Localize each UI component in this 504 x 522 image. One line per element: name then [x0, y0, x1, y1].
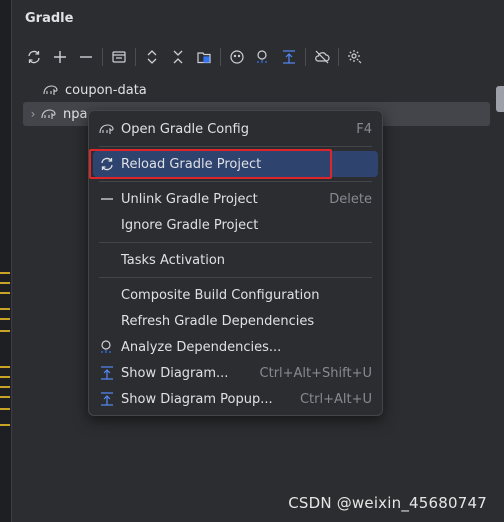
menu-item-shortcut: Ctrl+Alt+U: [299, 391, 372, 407]
menu-item-shortcut: Ctrl+Alt+Shift+U: [259, 365, 372, 381]
gutter-mark: [0, 408, 10, 410]
open-config-icon[interactable]: [106, 44, 132, 70]
panel-title: Gradle: [25, 11, 74, 26]
menu-separator: [99, 181, 372, 182]
gutter-mark: [0, 330, 10, 332]
toolbar-separator: [220, 48, 221, 66]
show-diagram-icon[interactable]: [276, 44, 302, 70]
menu-item-analyze-dependencies[interactable]: Analyze Dependencies...: [93, 334, 378, 360]
remove-icon[interactable]: [73, 44, 99, 70]
menu-item-refresh-gradle-dependencies[interactable]: Refresh Gradle Dependencies: [93, 308, 378, 334]
gutter-mark: [0, 424, 10, 426]
menu-item-show-diagram-popup[interactable]: Show Diagram Popup... Ctrl+Alt+U: [93, 386, 378, 412]
menu-item-reload-gradle-project[interactable]: Reload Gradle Project: [93, 151, 378, 177]
reload-all-icon[interactable]: [21, 44, 47, 70]
reload-icon: [99, 156, 119, 172]
menu-item-open-gradle-config[interactable]: Open Gradle Config F4: [93, 116, 378, 142]
right-edge: [494, 0, 504, 522]
gutter-mark: [0, 386, 10, 388]
menu-separator: [99, 277, 372, 278]
menu-item-show-diagram[interactable]: Show Diagram... Ctrl+Alt+Shift+U: [93, 360, 378, 386]
expand-all-icon[interactable]: [139, 44, 165, 70]
analyze-icon[interactable]: [250, 44, 276, 70]
menu-item-label: Composite Build Configuration: [121, 287, 320, 303]
gutter-mark: [0, 376, 10, 378]
gutter-mark: [0, 366, 10, 368]
gradle-toolbar: [21, 44, 368, 70]
chevron-right-icon[interactable]: ›: [25, 107, 41, 121]
menu-item-shortcut: Delete: [329, 191, 372, 207]
toggle-offline-icon[interactable]: [309, 44, 335, 70]
editor-gutter: [0, 0, 12, 522]
menu-item-label: Analyze Dependencies...: [121, 339, 282, 355]
menu-item-label: Tasks Activation: [121, 252, 226, 268]
gutter-mark: [0, 318, 10, 320]
toolbar-separator: [135, 48, 136, 66]
gutter-mark: [0, 396, 10, 398]
watermark: CSDN @weixin_45680747: [288, 494, 487, 512]
menu-item-shortcut: F4: [356, 121, 372, 137]
gradle-elephant-icon: [41, 107, 59, 121]
toolbar-separator: [102, 48, 103, 66]
menu-item-label: Refresh Gradle Dependencies: [121, 313, 315, 329]
settings-icon[interactable]: [342, 44, 368, 70]
toolbar-separator: [338, 48, 339, 66]
gutter-mark: [0, 292, 10, 294]
gutter-mark: [0, 282, 10, 284]
menu-item-label: Unlink Gradle Project: [121, 191, 258, 207]
menu-item-label: Ignore Gradle Project: [121, 217, 259, 233]
menu-item-tasks-activation[interactable]: Tasks Activation: [93, 247, 378, 273]
scrollbar-thumb[interactable]: [496, 86, 504, 112]
gradle-elephant-icon: [99, 121, 119, 137]
analyze-icon: [99, 339, 119, 355]
gutter-mark: [0, 308, 10, 310]
gradle-elephant-icon: [43, 83, 61, 97]
diagram-icon: [99, 391, 119, 407]
context-menu: Open Gradle Config F4 Reload Gradle Proj…: [88, 110, 383, 416]
collapse-all-icon[interactable]: [165, 44, 191, 70]
tree-item-label: npa: [63, 106, 88, 122]
toolbar-separator: [305, 48, 306, 66]
offline-mode-icon[interactable]: [224, 44, 250, 70]
menu-item-label: Reload Gradle Project: [121, 156, 262, 172]
menu-separator: [99, 242, 372, 243]
menu-item-unlink-gradle-project[interactable]: Unlink Gradle Project Delete: [93, 186, 378, 212]
link-project-icon[interactable]: [191, 44, 217, 70]
add-icon[interactable]: [47, 44, 73, 70]
menu-item-label: Show Diagram Popup...: [121, 391, 273, 407]
diagram-icon: [99, 365, 119, 381]
minus-icon: [99, 191, 119, 207]
menu-item-label: Open Gradle Config: [121, 121, 249, 137]
menu-separator: [99, 146, 372, 147]
gutter-mark: [0, 272, 10, 274]
tree-item-label: coupon-data: [65, 82, 147, 98]
menu-item-label: Show Diagram...: [121, 365, 229, 381]
tree-item-coupon-data[interactable]: coupon-data: [13, 78, 494, 102]
menu-item-ignore-gradle-project[interactable]: Ignore Gradle Project: [93, 212, 378, 238]
menu-item-composite-build-configuration[interactable]: Composite Build Configuration: [93, 282, 378, 308]
